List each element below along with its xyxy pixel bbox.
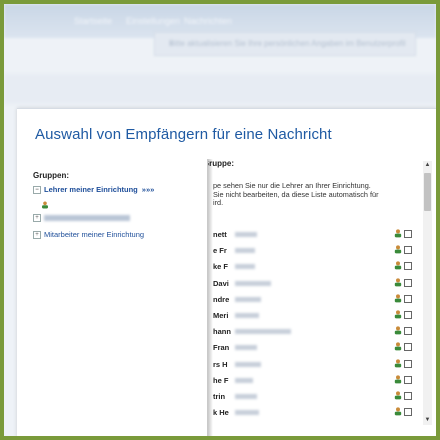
- user-row[interactable]: he F: [213, 374, 413, 386]
- user-icon: [394, 277, 402, 289]
- user-name-redacted: [235, 264, 255, 270]
- user-name-redacted: [235, 345, 257, 351]
- user-name: rs H: [213, 359, 228, 369]
- recipient-dialog: Auswahl von Empfängern für eine Nachrich…: [17, 108, 436, 436]
- user-icon: [394, 326, 402, 337]
- user-name-redacted: [235, 232, 257, 237]
- user-row[interactable]: ke F: [213, 260, 413, 272]
- info-line: Sie nicht bearbeiten, da diese Liste aut…: [213, 189, 379, 199]
- user-icon: [394, 342, 402, 353]
- nav-item[interactable]: Nachrichten: [184, 16, 232, 26]
- user-checkbox[interactable]: [404, 343, 412, 352]
- scroll-up-icon[interactable]: ▲: [423, 161, 432, 170]
- user-checkbox[interactable]: [404, 246, 412, 255]
- user-icon: [394, 310, 402, 321]
- background-notice: Bitte aktualisieren Sie Ihre persönliche…: [154, 32, 416, 56]
- groups-panel: Gruppen: − Lehrer meiner Einrichtung»»» +…: [22, 159, 213, 436]
- user-name-redacted: [235, 361, 261, 367]
- user-name: ndre: [213, 294, 230, 304]
- user-row[interactable]: hann: [213, 325, 413, 337]
- user-row[interactable]: Fran: [213, 341, 413, 353]
- scroll-down-icon[interactable]: ▼: [423, 416, 432, 425]
- collapse-icon[interactable]: −: [33, 186, 41, 195]
- user-name-redacted: [235, 296, 261, 302]
- user-checkbox[interactable]: [404, 278, 412, 287]
- user-name: Meri: [213, 311, 229, 320]
- nav-item[interactable]: Einstellungen: [126, 16, 180, 26]
- user-group-icon: [41, 196, 49, 214]
- group-label[interactable]: Lehrer meiner Einrichtung: [44, 185, 138, 194]
- selected-arrows-icon: »»»: [141, 185, 155, 194]
- user-checkbox[interactable]: [404, 359, 412, 368]
- user-icon: [394, 358, 402, 370]
- user-row[interactable]: Davi: [213, 277, 413, 289]
- user-name-redacted: [235, 313, 259, 318]
- user-checkbox[interactable]: [404, 230, 412, 238]
- info-line: ird.: [213, 198, 224, 207]
- user-icon: [394, 375, 402, 386]
- user-name-redacted: [235, 394, 257, 399]
- user-row[interactable]: Meri: [213, 309, 413, 321]
- close-icon[interactable]: ×: [169, 39, 407, 48]
- user-name: k He: [213, 408, 229, 418]
- group-item-lehrer[interactable]: − Lehrer meiner Einrichtung»»»: [33, 185, 155, 195]
- user-name-redacted: [235, 377, 253, 383]
- user-name-redacted: [235, 410, 259, 416]
- user-checkbox[interactable]: [404, 262, 412, 271]
- background-content: [4, 74, 436, 104]
- user-name: ke F: [213, 262, 229, 272]
- user-name: e Fr: [213, 246, 227, 256]
- user-checkbox[interactable]: [404, 294, 412, 303]
- user-icon: [394, 229, 402, 240]
- groups-heading: Gruppen:: [33, 171, 69, 180]
- user-name-redacted: [235, 248, 255, 254]
- scrollbar[interactable]: ▲ ▼: [423, 161, 432, 425]
- user-name: he F: [213, 375, 229, 385]
- user-name: nett: [213, 230, 227, 239]
- user-name-redacted: [235, 280, 271, 286]
- user-row[interactable]: rs H: [213, 358, 413, 370]
- expand-icon[interactable]: +: [33, 231, 41, 240]
- user-checkbox[interactable]: [404, 327, 412, 336]
- user-icon: [394, 407, 402, 418]
- user-row[interactable]: nett: [213, 228, 413, 240]
- user-icon: [394, 245, 402, 256]
- user-name: Davi: [213, 278, 229, 288]
- user-row[interactable]: trin: [213, 390, 413, 402]
- user-icon: [394, 261, 402, 272]
- user-checkbox[interactable]: [404, 408, 412, 417]
- nav-item[interactable]: Startseite: [74, 16, 112, 26]
- group-item-mitarbeiter[interactable]: + Mitarbeiter meiner Einrichtung: [33, 230, 144, 240]
- user-checkbox[interactable]: [404, 392, 412, 400]
- group-label-redacted[interactable]: [44, 215, 130, 222]
- user-checkbox[interactable]: [404, 311, 412, 319]
- panel-shadow: [208, 159, 213, 436]
- user-name: hann: [213, 327, 231, 337]
- user-icon: [394, 294, 402, 305]
- user-row[interactable]: e Fr: [213, 244, 413, 256]
- group-label[interactable]: Mitarbeiter meiner Einrichtung: [44, 230, 144, 239]
- scroll-thumb[interactable]: [424, 173, 431, 211]
- info-text: pe sehen Sie nur die Lehrer an Ihrer Ein…: [213, 181, 413, 208]
- user-name: Fran: [213, 343, 230, 353]
- user-icon: [394, 391, 402, 402]
- browser-frame: Startseite Einstellungen Nachrichten Bit…: [4, 4, 436, 436]
- user-row[interactable]: k He: [213, 406, 413, 418]
- user-row[interactable]: ndre: [213, 293, 413, 305]
- expand-icon[interactable]: +: [33, 214, 41, 223]
- user-name-redacted: [235, 329, 291, 335]
- user-checkbox[interactable]: [404, 375, 412, 384]
- group-item-blurred[interactable]: +: [33, 213, 130, 223]
- user-name: trin: [213, 392, 226, 401]
